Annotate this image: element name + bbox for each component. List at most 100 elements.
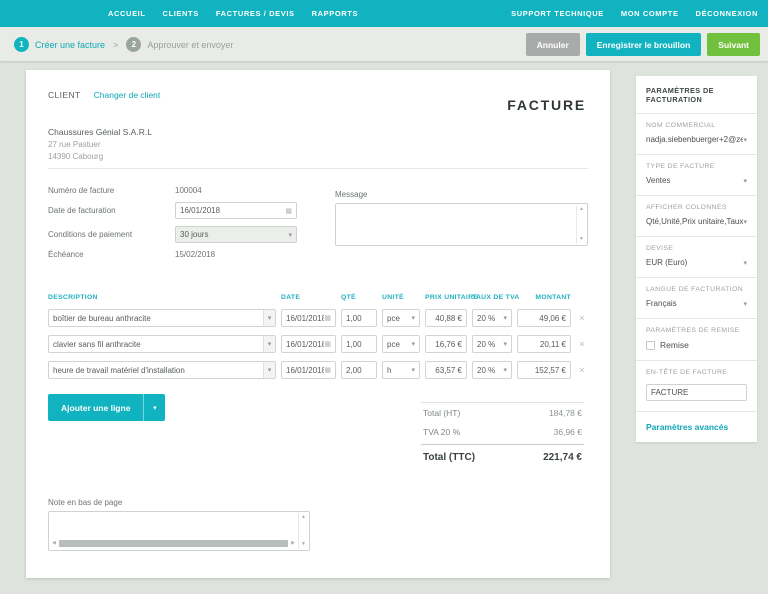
scrollbar-thumb[interactable] xyxy=(59,540,288,547)
row3-date-input[interactable]: 16/01/2018 ▦ xyxy=(281,361,336,379)
invoice-header-input[interactable] xyxy=(646,384,747,401)
invoice-date-input[interactable]: 16/01/2018 ▦ xyxy=(175,202,297,219)
save-draft-button[interactable]: Enregistrer le brouillon xyxy=(586,33,702,56)
header-qty: QTÉ xyxy=(341,294,377,301)
currency-select[interactable]: EUR (Euro) ▾ xyxy=(646,258,747,267)
nav-factures-devis[interactable]: FACTURES / DEVIS xyxy=(216,9,295,18)
row2-qty-input[interactable]: 1,00 xyxy=(341,335,377,353)
header-description: DESCRIPTION xyxy=(48,294,276,301)
calendar-icon: ▦ xyxy=(285,207,292,215)
header-date: DATE xyxy=(281,294,336,301)
sidebar-section-columns: AFFICHER COLONNES Qté,Unité,Prix unitair… xyxy=(636,195,757,236)
message-vertical-scrollbar[interactable]: ▲ ▼ xyxy=(576,205,586,244)
line-items-header: DESCRIPTION DATE QTÉ UNITÉ PRIX UNITAIRE… xyxy=(48,294,588,301)
chevron-down-icon: ▾ xyxy=(288,231,292,239)
row2-description-select[interactable]: clavier sans fil anthracite ▾ xyxy=(48,335,276,353)
step-2-badge[interactable]: 2 xyxy=(126,37,141,52)
invoice-number-value: 100004 xyxy=(175,186,202,195)
nav-accueil[interactable]: ACCUEIL xyxy=(108,9,146,18)
step-2-label[interactable]: Approuver et envoyer xyxy=(147,40,233,50)
nav-clients[interactable]: CLIENTS xyxy=(163,9,199,18)
message-input[interactable] xyxy=(336,204,587,245)
client-name: Chaussures Génial S.A.R.L xyxy=(48,127,152,137)
discount-checkbox-row[interactable]: Remise xyxy=(646,340,747,350)
row1-delete-icon[interactable]: × xyxy=(576,313,588,323)
payment-terms-select[interactable]: 30 jours ▾ xyxy=(175,226,297,243)
cancel-button[interactable]: Annuler xyxy=(526,33,580,56)
scroll-up-icon[interactable]: ▲ xyxy=(301,515,306,520)
add-line-button[interactable]: Ajouter une ligne ▾ xyxy=(48,394,165,421)
row3-description-select[interactable]: heure de travail matériel d'installation… xyxy=(48,361,276,379)
header-unit-price: PRIX UNITAIRE xyxy=(425,294,467,301)
chevron-down-icon: ▾ xyxy=(503,340,507,348)
chevron-down-icon: ▾ xyxy=(743,300,747,308)
step-1-label[interactable]: Créer une facture xyxy=(35,40,105,50)
row1-description-select[interactable]: boîtier de bureau anthracite ▾ xyxy=(48,309,276,327)
row3-delete-icon[interactable]: × xyxy=(576,365,588,375)
row1-qty-input[interactable]: 1,00 xyxy=(341,309,377,327)
sidebar-section-language: LANGUE DE FACTURATION Français ▾ xyxy=(636,277,757,318)
row2-delete-icon[interactable]: × xyxy=(576,339,588,349)
row3-qty-input[interactable]: 2,00 xyxy=(341,361,377,379)
table-row: heure de travail matériel d'installation… xyxy=(48,361,588,379)
add-line-dropdown-toggle[interactable]: ▾ xyxy=(143,394,165,421)
message-textarea[interactable]: ▲ ▼ xyxy=(335,203,588,246)
row2-vat-select[interactable]: 20 % ▾ xyxy=(472,335,512,353)
nav-deconnexion[interactable]: DÉCONNEXION xyxy=(696,9,758,18)
invoice-type-select[interactable]: Ventes ▾ xyxy=(646,176,747,185)
row3-unit-select[interactable]: h ▾ xyxy=(382,361,420,379)
chevron-down-icon: ▾ xyxy=(411,340,415,348)
change-client-link[interactable]: Changer de client xyxy=(94,90,161,100)
scroll-up-icon[interactable]: ▲ xyxy=(579,207,584,212)
sidebar-section-invoice-type: TYPE DE FACTURE Ventes ▾ xyxy=(636,154,757,195)
invoice-details: Numéro de facture 100004 Date de factura… xyxy=(48,186,328,266)
row1-vat-select[interactable]: 20 % ▾ xyxy=(472,309,512,327)
language-select[interactable]: Français ▾ xyxy=(646,299,747,308)
row2-date-input[interactable]: 16/01/2018 ▦ xyxy=(281,335,336,353)
business-name-select[interactable]: nadja.siebenbuerger+2@ze... ▾ xyxy=(646,135,747,144)
chevron-down-icon: ▾ xyxy=(411,366,415,374)
nav-rapports[interactable]: RAPPORTS xyxy=(312,9,358,18)
discount-checkbox[interactable] xyxy=(646,341,655,350)
account-menu: SUPPORT TECHNIQUE MON COMPTE DÉCONNEXION xyxy=(511,0,758,27)
scroll-down-icon[interactable]: ▼ xyxy=(301,542,306,547)
scroll-down-icon[interactable]: ▼ xyxy=(579,237,584,242)
invoice-card: CLIENT Changer de client FACTURE Chaussu… xyxy=(26,70,610,578)
calendar-icon: ▦ xyxy=(324,314,331,322)
row1-date-input[interactable]: 16/01/2018 ▦ xyxy=(281,309,336,327)
footer-note-block: Note en bas de page ▲ ▼ ◀ ▶ xyxy=(48,498,310,551)
nav-mon-compte[interactable]: MON COMPTE xyxy=(621,9,679,18)
columns-select[interactable]: Qté,Unité,Prix unitaire,Taux... ▾ xyxy=(646,217,747,226)
sidebar-section-discount: PARAMÈTRES DE REMISE Remise xyxy=(636,318,757,360)
footer-note-textarea[interactable]: ▲ ▼ ◀ ▶ xyxy=(48,511,310,551)
nav-support-technique[interactable]: SUPPORT TECHNIQUE xyxy=(511,9,604,18)
step-separator: > xyxy=(113,40,118,50)
row1-unit-select[interactable]: pce ▾ xyxy=(382,309,420,327)
grand-total-label: Total (TTC) xyxy=(423,452,475,463)
advanced-settings-link[interactable]: Paramètres avancés xyxy=(636,411,757,442)
note-vertical-scrollbar[interactable]: ▲ ▼ xyxy=(298,513,308,549)
row2-unit-select[interactable]: pce ▾ xyxy=(382,335,420,353)
due-date-value: 15/02/2018 xyxy=(175,250,215,259)
next-button[interactable]: Suivant xyxy=(707,33,760,56)
workflow-actions: Annuler Enregistrer le brouillon Suivant xyxy=(526,27,760,62)
row2-unit-price-input[interactable]: 16,76 € xyxy=(425,335,467,353)
header-vat-rate: TAUX DE TVA xyxy=(472,294,512,301)
scroll-left-icon[interactable]: ◀ xyxy=(52,541,56,546)
message-label: Message xyxy=(335,190,588,199)
chevron-down-icon: ▾ xyxy=(743,136,747,144)
row3-vat-select[interactable]: 20 % ▾ xyxy=(472,361,512,379)
vat-label: TVA 20 % xyxy=(423,427,460,437)
chevron-down-icon: ▾ xyxy=(153,404,157,412)
row1-unit-price-input[interactable]: 40,88 € xyxy=(425,309,467,327)
client-address-line1: 27 rue Pastuer xyxy=(48,139,152,151)
scroll-right-icon[interactable]: ▶ xyxy=(291,541,295,546)
step-1-badge[interactable]: 1 xyxy=(14,37,29,52)
grand-total-value: 221,74 € xyxy=(543,452,582,463)
chevron-down-icon: ▾ xyxy=(503,366,507,374)
note-horizontal-scrollbar[interactable]: ◀ ▶ xyxy=(50,539,297,548)
row3-unit-price-input[interactable]: 63,57 € xyxy=(425,361,467,379)
chevron-down-icon: ▾ xyxy=(743,218,747,226)
row2-amount-field: 20,11 € xyxy=(517,335,571,353)
header-amount: MONTANT xyxy=(517,294,571,301)
